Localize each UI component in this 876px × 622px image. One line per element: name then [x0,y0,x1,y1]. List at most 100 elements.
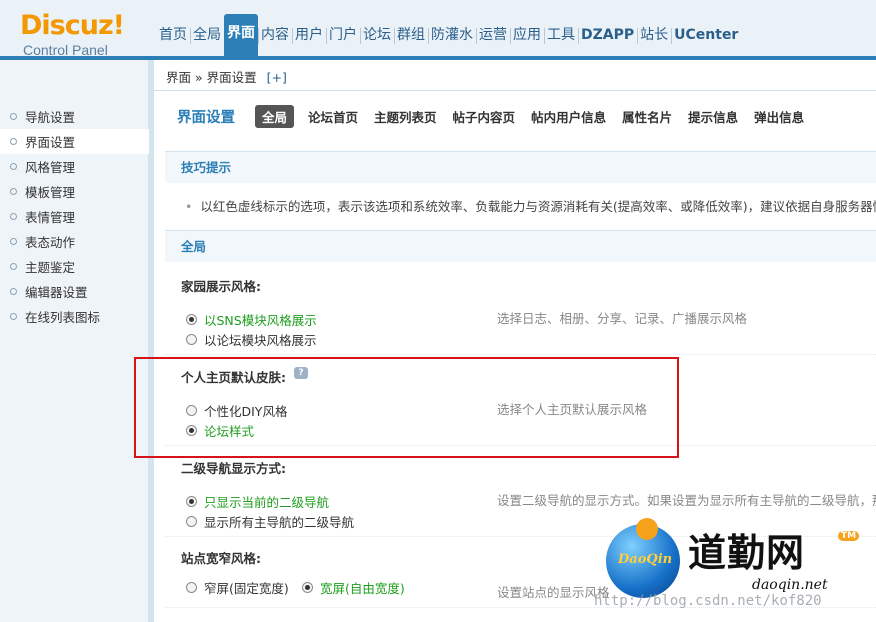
nav-item[interactable]: 群组 [394,18,428,56]
watermark-logo-text: DaoQin [618,552,673,567]
tab[interactable]: 论坛首页 [308,107,358,126]
sidebar: 导航设置界面设置风格管理模板管理表情管理表态动作主题鉴定编辑器设置在线列表图标 [0,60,154,622]
tab[interactable]: 全局 [255,105,295,128]
nav-item[interactable]: UCenter [671,18,741,56]
add-shortcut-button[interactable]: [+] [267,70,287,85]
bullet-icon [10,313,17,320]
tab[interactable]: 弹出信息 [754,107,804,126]
nav-item[interactable]: 首页 [156,18,190,56]
nav-item[interactable]: 应用 [510,18,544,56]
setting-description: 设置站点的显示风格 [497,585,610,600]
tab[interactable]: 主题列表页 [374,107,437,126]
bullet-icon [10,113,17,120]
watermark-tm: TM [838,531,860,541]
bullet-icon [10,138,17,145]
bullet-icon [10,238,17,245]
setting-description: 设置二级导航的显示方式。如果设置为显示所有主导航的二级导航，那么 [497,493,876,508]
help-icon[interactable]: ? [294,367,308,379]
discuz-logo[interactable]: Discuz! Control Panel [20,12,125,59]
tab[interactable]: 提示信息 [688,107,738,126]
main-nav: 首页 全局 界面 内容 用户 门户 论坛 群组 防灌水 运营 应用 工具 DZAPP 站长 UCenter [156,14,741,56]
radio-forum-style[interactable]: 以论坛模块风格展示 [186,330,317,349]
radio-icon [186,334,197,345]
radio-wide[interactable]: 宽屏(自由宽度) [302,578,405,597]
bullet-icon [10,163,17,170]
bullet-icon [10,213,17,220]
tab[interactable]: 属性名片 [622,107,672,126]
tab[interactable]: 帖子内容页 [453,107,516,126]
nav-item[interactable]: 运营 [476,18,510,56]
bullet-icon [10,288,17,295]
radio-icon [186,496,197,507]
radio-label: 显示所有主导航的二级导航 [204,515,355,530]
nav-item[interactable]: 防灌水 [428,18,476,56]
radio-icon [186,582,197,593]
nav-item[interactable]: 站长 [637,18,671,56]
radio-label: 以论坛模块风格展示 [204,333,317,348]
setting-label-default-skin: 个人主页默认皮肤: [181,370,286,385]
sidebar-item-label: 编辑器设置 [25,285,88,300]
divider [165,445,876,446]
sidebar-item-label: 导航设置 [25,110,76,125]
daoqin-logo-icon: DaoQin [606,518,680,598]
sidebar-item-label: 表情管理 [25,210,76,225]
nav-item[interactable]: 门户 [326,18,360,56]
sidebar-item-label: 风格管理 [25,160,76,175]
radio-label: 窄屏(固定宽度) [204,581,289,596]
watermark-blog-url: http://blog.csdn.net/kof820 [594,593,822,609]
sidebar-item-label: 模板管理 [25,185,76,200]
radio-sns-style[interactable]: 以SNS模块风格展示 [186,310,317,329]
tab[interactable]: 帖内用户信息 [531,107,606,126]
nav-item[interactable]: 界面 [224,14,258,56]
sidebar-item[interactable]: 表情管理 [10,204,149,229]
sidebar-item-label: 在线列表图标 [25,310,101,325]
radio-label: 以SNS模块风格展示 [204,313,317,328]
nav-item[interactable]: 工具 [544,18,578,56]
sidebar-item[interactable]: 表态动作 [10,229,149,254]
radio-current-subnav[interactable]: 只显示当前的二级导航 [186,492,329,511]
tip-text: • 以红色虚线标示的选项，表示该选项和系统效率、负载能力与资源消耗有关(提高效率、… [185,196,876,215]
setting-label-subnav: 二级导航显示方式: [181,461,286,476]
radio-forum-skin[interactable]: 论坛样式 [186,421,254,440]
sidebar-item[interactable]: 风格管理 [10,154,149,179]
sidebar-item-label: 界面设置 [25,135,76,150]
top-bar: Discuz! Control Panel 首页 全局 界面 内容 用户 门户 论坛 群组 防灌… [0,0,876,60]
radio-icon [186,405,197,416]
sidebar-item[interactable]: 界面设置 [0,129,149,154]
sidebar-item[interactable]: 在线列表图标 [10,304,149,329]
sidebar-item-label: 表态动作 [25,235,76,250]
setting-label-width-style: 站点宽窄风格: [181,551,261,566]
tip-text-content: 以红色虚线标示的选项，表示该选项和系统效率、负载能力与资源消耗有关(提高效率、或… [200,199,876,214]
sidebar-item[interactable]: 编辑器设置 [10,279,149,304]
radio-diy-style[interactable]: 个性化DIY风格 [186,401,287,420]
breadcrumb-path: 界面 » 界面设置 [166,70,257,85]
radio-icon [302,582,313,593]
sidebar-item-label: 主题鉴定 [25,260,76,275]
breadcrumb: 界面 » 界面设置 [+] [166,67,287,86]
bullet-icon [10,188,17,195]
nav-item[interactable]: 内容 [258,18,292,56]
radio-label: 只显示当前的二级导航 [204,495,330,510]
watermark-url: daoqin.net [752,577,828,593]
nav-item[interactable]: 全局 [190,18,224,56]
tips-heading: 技巧提示 [165,151,876,183]
breadcrumb-bar: 界面 » 界面设置 [+] [154,60,876,91]
radio-narrow[interactable]: 窄屏(固定宽度) [186,578,289,597]
page-title: 界面设置 [177,110,235,126]
bullet-icon: • [185,199,193,214]
setting-label-home-style: 家园展示风格: [181,279,261,294]
radio-icon [186,425,197,436]
radio-label: 个性化DIY风格 [204,404,288,419]
radio-icon [186,314,197,325]
nav-item[interactable]: 论坛 [360,18,394,56]
radio-all-subnav[interactable]: 显示所有主导航的二级导航 [186,512,354,531]
nav-item[interactable]: DZAPP [578,18,637,56]
radio-label: 宽屏(自由宽度) [320,581,405,596]
nav-item[interactable]: 用户 [292,18,326,56]
sidebar-item[interactable]: 模板管理 [10,179,149,204]
settings-tabs: 界面设置 全局 论坛首页 主题列表页 帖子内容页 帖内用户信息 属性名片 提示信息 弹出信息 [165,105,820,128]
sidebar-item[interactable]: 导航设置 [10,104,149,129]
sidebar-item[interactable]: 主题鉴定 [10,254,149,279]
watermark-brand: 道勤网 [688,530,806,575]
radio-icon [186,516,197,527]
